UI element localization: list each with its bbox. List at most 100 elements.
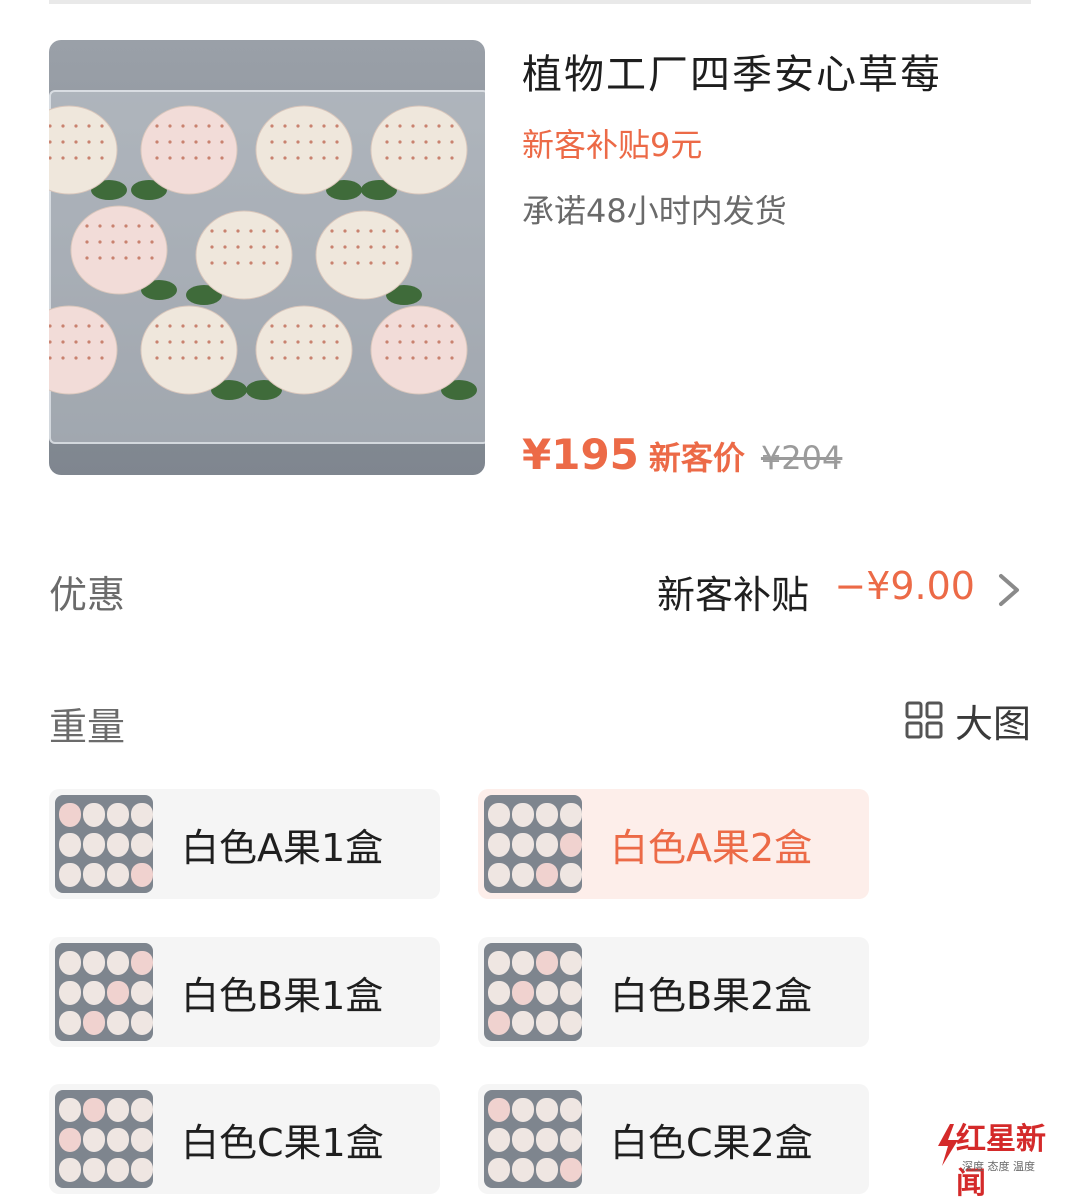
big-view-toggle[interactable]: 大图 bbox=[905, 692, 1031, 748]
weight-option-a1[interactable]: 白色A果1盒 bbox=[49, 789, 440, 899]
thumbnail-strawberry bbox=[488, 833, 510, 857]
thumbnail-strawberry bbox=[83, 1158, 105, 1182]
thumbnail-strawberry bbox=[488, 981, 510, 1005]
thumbnail-strawberry bbox=[83, 833, 105, 857]
thumbnail-strawberry bbox=[512, 863, 534, 887]
option-thumbnail bbox=[484, 1090, 582, 1188]
thumbnail-strawberry bbox=[131, 803, 153, 827]
strawberry bbox=[255, 105, 362, 200]
weight-row: 重量 大图 bbox=[49, 692, 1031, 752]
product-image[interactable] bbox=[49, 40, 485, 475]
thumbnail-strawberry bbox=[560, 1098, 582, 1122]
grid-icon bbox=[905, 701, 943, 739]
strawberries-graphic bbox=[49, 105, 477, 400]
weight-label: 重量 bbox=[49, 705, 126, 749]
option-thumbnail bbox=[55, 1090, 153, 1188]
thumbnail-strawberry bbox=[536, 1158, 558, 1182]
top-divider bbox=[49, 0, 1031, 4]
option-label: 白色C果1盒 bbox=[181, 1120, 384, 1165]
thumbnail-strawberry bbox=[536, 1098, 558, 1122]
thumbnail-strawberry bbox=[83, 1098, 105, 1122]
thumbnail-strawberry bbox=[512, 1098, 534, 1122]
strawberry bbox=[131, 105, 238, 200]
weight-option-a2[interactable]: 白色A果2盒 bbox=[478, 789, 869, 899]
product-title: 植物工厂四季安心草莓 bbox=[522, 52, 942, 98]
thumbnail-strawberry bbox=[83, 981, 105, 1005]
weight-option-b2[interactable]: 白色B果2盒 bbox=[478, 937, 869, 1047]
option-label: 白色B果1盒 bbox=[181, 973, 384, 1018]
strawberry bbox=[370, 305, 477, 400]
thumbnail-strawberry bbox=[59, 1098, 81, 1122]
shipping-promise: 承诺48小时内发货 bbox=[522, 192, 787, 230]
thumbnail-strawberry bbox=[131, 833, 153, 857]
thumbnail-strawberry bbox=[107, 1128, 129, 1152]
weight-option-b1[interactable]: 白色B果1盒 bbox=[49, 937, 440, 1047]
thumbnail-strawberry bbox=[107, 951, 129, 975]
strawberry bbox=[186, 210, 293, 305]
thumbnail-strawberry bbox=[536, 803, 558, 827]
new-customer-subsidy: 新客补贴9元 bbox=[522, 126, 703, 164]
option-label: 白色B果2盒 bbox=[610, 973, 813, 1018]
thumbnail-strawberry bbox=[107, 863, 129, 887]
thumbnail-strawberry bbox=[59, 863, 81, 887]
option-thumbnail bbox=[55, 795, 153, 893]
option-thumbnail bbox=[55, 943, 153, 1041]
thumbnail-strawberry bbox=[536, 951, 558, 975]
thumbnail-strawberry bbox=[59, 803, 81, 827]
strawberry bbox=[70, 205, 177, 300]
thumbnail-strawberry bbox=[560, 981, 582, 1005]
thumbnail-strawberry bbox=[83, 1011, 105, 1035]
thumbnail-strawberry bbox=[512, 1011, 534, 1035]
weight-option-c1[interactable]: 白色C果1盒 bbox=[49, 1084, 440, 1194]
thumbnail-strawberry bbox=[131, 1128, 153, 1152]
thumbnail-strawberry bbox=[488, 951, 510, 975]
news-watermark: 红星新闻 深度 态度 温度 bbox=[938, 1114, 1072, 1201]
strawberry bbox=[315, 210, 422, 305]
thumbnail-strawberry bbox=[59, 1158, 81, 1182]
thumbnail-strawberry bbox=[131, 951, 153, 975]
thumbnail-strawberry bbox=[131, 863, 153, 887]
thumbnail-strawberry bbox=[83, 863, 105, 887]
thumbnail-strawberry bbox=[83, 803, 105, 827]
thumbnail-strawberry bbox=[83, 1128, 105, 1152]
option-label: 白色A果1盒 bbox=[181, 825, 384, 870]
thumbnail-strawberry bbox=[131, 1158, 153, 1182]
discount-amount: −¥9.00 bbox=[834, 564, 975, 608]
strawberry bbox=[49, 305, 118, 395]
thumbnail-strawberry bbox=[59, 981, 81, 1005]
thumbnail-strawberry bbox=[107, 833, 129, 857]
thumbnail-strawberry bbox=[560, 863, 582, 887]
thumbnail-strawberry bbox=[512, 803, 534, 827]
weight-option-c2[interactable]: 白色C果2盒 bbox=[478, 1084, 869, 1194]
strawberry bbox=[246, 305, 353, 400]
thumbnail-strawberry bbox=[107, 1011, 129, 1035]
chevron-right-icon[interactable] bbox=[991, 570, 1027, 610]
thumbnail-strawberry bbox=[512, 1128, 534, 1152]
thumbnail-strawberry bbox=[560, 833, 582, 857]
thumbnail-strawberry bbox=[131, 1011, 153, 1035]
thumbnail-strawberry bbox=[488, 863, 510, 887]
thumbnail-strawberry bbox=[131, 1098, 153, 1122]
discount-row[interactable]: 优惠 新客补贴 −¥9.00 bbox=[49, 560, 1031, 620]
strawberry bbox=[49, 105, 127, 200]
thumbnail-strawberry bbox=[560, 951, 582, 975]
thumbnail-strawberry bbox=[107, 803, 129, 827]
thumbnail-strawberry bbox=[536, 1128, 558, 1152]
thumbnail-strawberry bbox=[560, 803, 582, 827]
thumbnail-strawberry bbox=[512, 951, 534, 975]
thumbnail-strawberry bbox=[59, 833, 81, 857]
thumbnail-strawberry bbox=[59, 1011, 81, 1035]
thumbnail-strawberry bbox=[107, 981, 129, 1005]
thumbnail-strawberry bbox=[83, 951, 105, 975]
thumbnail-strawberry bbox=[488, 1098, 510, 1122]
thumbnail-strawberry bbox=[59, 951, 81, 975]
thumbnail-strawberry bbox=[512, 981, 534, 1005]
thumbnail-strawberry bbox=[536, 863, 558, 887]
price-tag: 新客价 bbox=[648, 439, 745, 477]
thumbnail-strawberry bbox=[488, 1128, 510, 1152]
thumbnail-strawberry bbox=[536, 981, 558, 1005]
thumbnail-strawberry bbox=[536, 1011, 558, 1035]
thumbnail-strawberry bbox=[560, 1128, 582, 1152]
price-row: ¥195 新客价 ¥204 bbox=[522, 430, 842, 479]
strawberry bbox=[361, 105, 468, 200]
